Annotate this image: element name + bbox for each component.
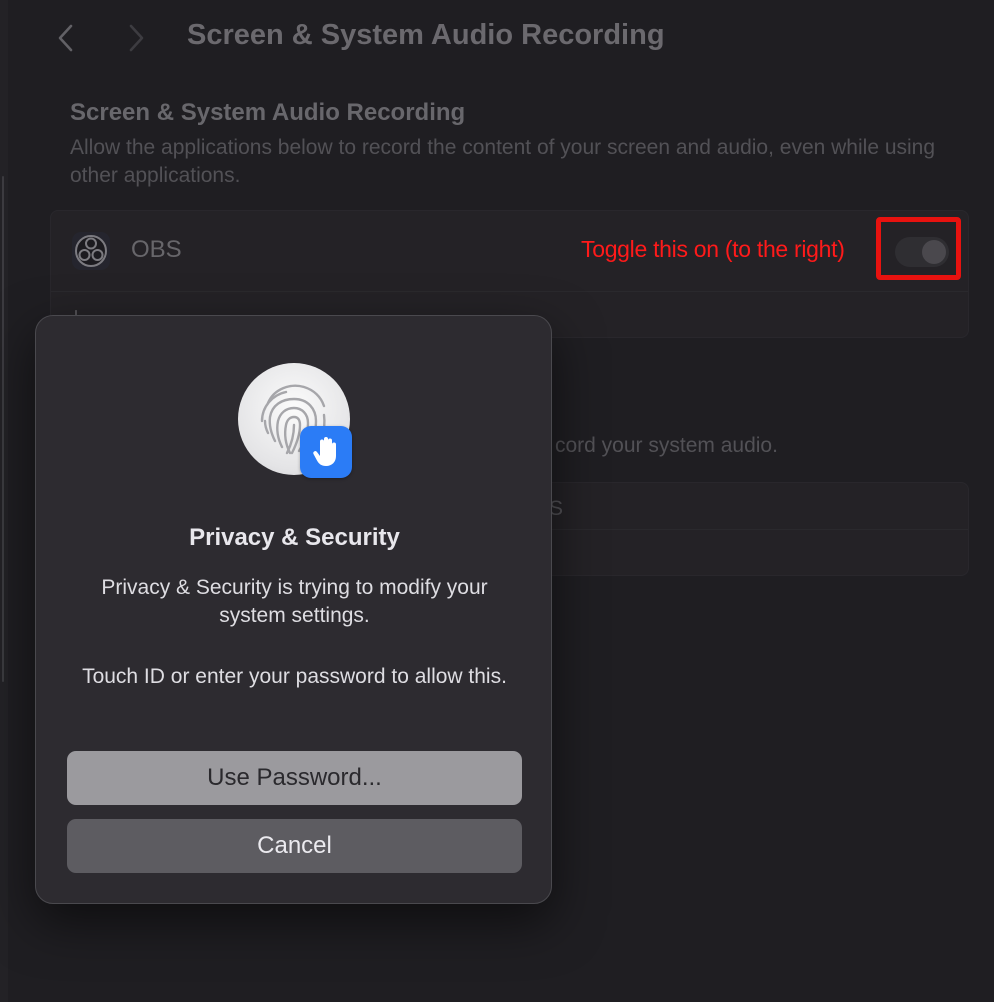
forward-button[interactable] — [122, 22, 152, 54]
obs-icon — [72, 232, 110, 270]
back-button[interactable] — [50, 22, 80, 54]
dialog-hint: Touch ID or enter your password to allow… — [82, 665, 507, 688]
dialog-message: Privacy & Security is trying to modify y… — [101, 576, 488, 627]
cancel-button[interactable]: Cancel — [67, 819, 522, 873]
annotation-highlight-box — [876, 217, 961, 280]
system-audio-description: cord your system audio. — [555, 434, 778, 457]
sidebar-edge — [0, 0, 8, 1002]
sidebar-scrollbar[interactable] — [2, 176, 4, 682]
hand-icon — [300, 426, 352, 478]
section-title: Screen & System Audio Recording — [70, 99, 466, 126]
app-name-label: OBS — [131, 236, 182, 263]
system-audio-list: S — [540, 482, 969, 576]
system-settings-window: Screen & System Audio Recording Screen &… — [0, 0, 994, 1002]
annotation-label: Toggle this on (to the right) — [581, 236, 845, 262]
chevron-right-icon — [129, 24, 144, 52]
chevron-left-icon — [58, 24, 73, 52]
list-divider — [541, 529, 968, 530]
window-title: Screen & System Audio Recording — [187, 19, 665, 51]
section-description: Allow the applications below to record t… — [70, 136, 936, 187]
dialog-title: Privacy & Security — [189, 524, 400, 551]
use-password-button[interactable]: Use Password... — [67, 751, 522, 805]
privacy-security-dialog: Privacy & Security Privacy & Security is… — [35, 315, 552, 904]
